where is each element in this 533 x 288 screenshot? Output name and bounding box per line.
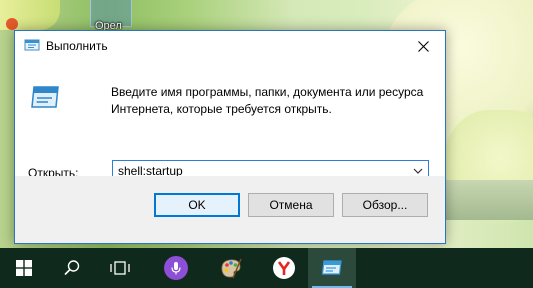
dialog-description: Введите имя программы, папки, документа … xyxy=(111,84,431,118)
wallpaper-shape xyxy=(440,180,533,220)
dialog-footer: OK Отмена Обзор... xyxy=(15,176,445,243)
run-dialog: Выполнить Введите имя программы, папки, … xyxy=(14,30,446,244)
cortana-button[interactable] xyxy=(152,248,200,288)
cortana-microphone-icon xyxy=(164,256,188,280)
start-button[interactable] xyxy=(0,248,48,288)
title-bar[interactable]: Выполнить xyxy=(15,31,445,61)
cancel-button[interactable]: Отмена xyxy=(248,193,334,217)
yandex-browser-button[interactable] xyxy=(260,248,308,288)
run-icon xyxy=(30,83,62,113)
run-taskbar-button[interactable] xyxy=(308,248,356,288)
taskbar xyxy=(0,248,533,288)
dialog-content: Введите имя программы, папки, документа … xyxy=(15,61,445,182)
description-line: Интернета, которые требуется открыть. xyxy=(111,102,332,116)
search-icon xyxy=(64,260,80,276)
task-view-button[interactable] xyxy=(96,248,144,288)
task-view-icon xyxy=(110,261,130,275)
close-button[interactable] xyxy=(401,31,445,61)
search-button[interactable] xyxy=(48,248,96,288)
run-icon xyxy=(321,260,342,275)
yandex-browser-icon xyxy=(273,257,295,279)
windows-logo-icon xyxy=(16,260,32,276)
ok-button[interactable]: OK xyxy=(154,193,240,217)
description-line: Введите имя программы, папки, документа … xyxy=(111,85,424,99)
dialog-title: Выполнить xyxy=(46,39,108,53)
paint-app-button[interactable] xyxy=(207,248,255,288)
paint-palette-icon xyxy=(221,258,242,279)
close-icon xyxy=(417,40,429,52)
wallpaper-shape xyxy=(6,18,18,30)
browse-button[interactable]: Обзор... xyxy=(342,193,428,217)
run-icon xyxy=(24,38,40,52)
